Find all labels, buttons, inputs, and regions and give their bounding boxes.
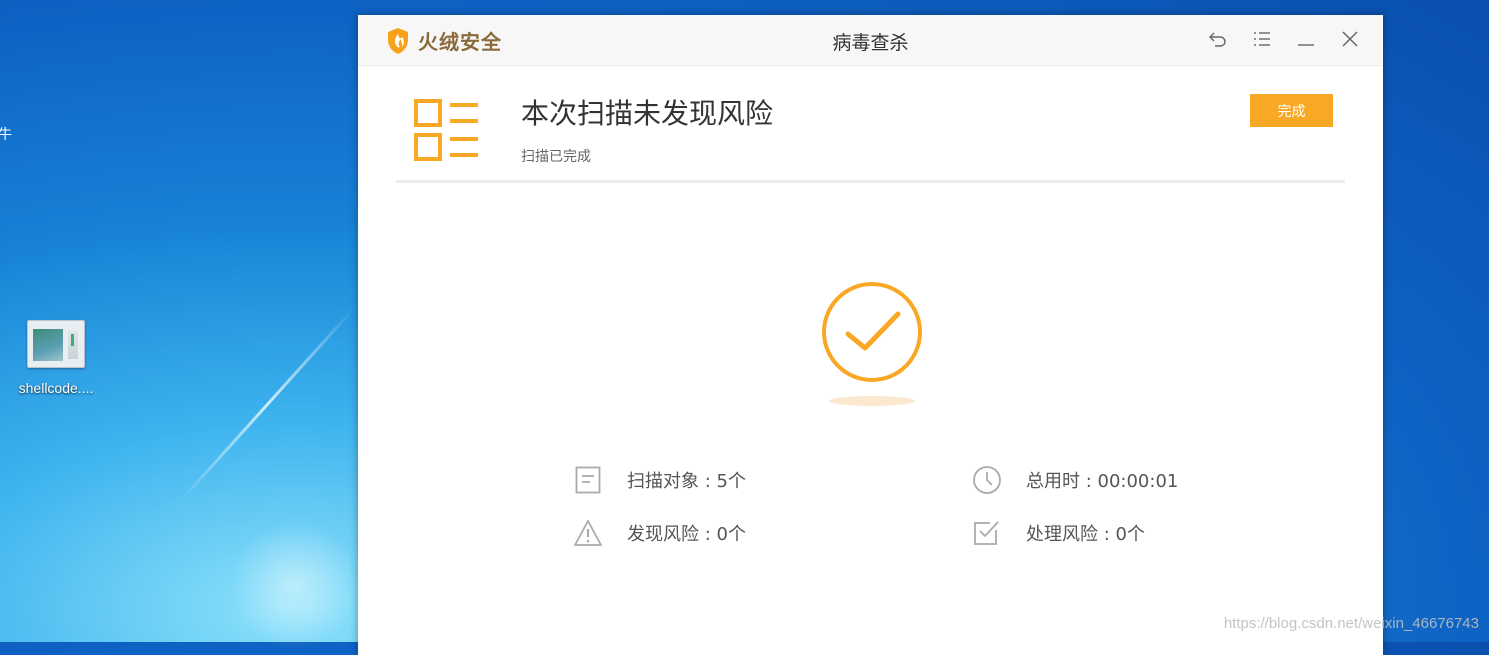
- result-headline: 本次扫描未发现风险: [521, 97, 774, 130]
- stat-total-time-label: 总用时 : 00:00:01: [1026, 471, 1179, 492]
- clock-icon: [973, 466, 1001, 494]
- file-thumbnail-icon: [27, 320, 85, 368]
- stat-scan-objects-label: 扫描对象 : 5个: [627, 471, 746, 492]
- stat-total-time: 总用时 : 00:00:01: [972, 465, 1178, 495]
- wallpaper-glow: [230, 520, 360, 650]
- checkbox-icon: [974, 521, 999, 545]
- undo-arrow-icon: [1209, 32, 1226, 47]
- wallpaper-light-streak: [178, 307, 356, 503]
- menu-list-icon: [1254, 32, 1270, 46]
- scan-status: 扫描已完成: [521, 149, 591, 165]
- desktop-icon-label: shellcode....: [18, 380, 94, 396]
- result-header: 本次扫描未发现风险 扫描已完成 完成: [358, 66, 1383, 184]
- done-button[interactable]: 完成: [1250, 94, 1333, 127]
- stat-risks-found: 发现风险 : 0个: [573, 518, 746, 548]
- back-button[interactable]: [1207, 28, 1229, 50]
- desktop-icon-shellcode[interactable]: shellcode....: [10, 320, 102, 396]
- stat-scan-objects: 扫描对象 : 5个: [573, 465, 746, 495]
- title-bar: 火绒安全 病毒查杀: [358, 15, 1383, 66]
- document-icon: [575, 466, 601, 494]
- warning-icon: [574, 520, 602, 546]
- watermark: https://blog.csdn.net/weixin_46676743: [1223, 615, 1479, 632]
- close-button[interactable]: [1339, 28, 1361, 50]
- minimize-button[interactable]: [1295, 28, 1317, 50]
- header-divider: [396, 180, 1345, 183]
- huorong-window: 火绒安全 病毒查杀 本次扫描未发现风险 扫描已完成 完成 扫描对象: 5个 总…: [358, 15, 1383, 655]
- menu-button[interactable]: [1251, 28, 1273, 50]
- stat-risks-handled-label: 处理风险 : 0个: [1026, 524, 1145, 545]
- scan-list-icon: [414, 99, 478, 161]
- desktop-cutoff-label: 牛: [0, 127, 12, 143]
- close-icon: [1342, 31, 1358, 47]
- success-check-icon: [822, 282, 922, 406]
- minimize-icon: [1298, 44, 1314, 46]
- stat-risks-found-label: 发现风险 : 0个: [627, 524, 746, 545]
- stat-risks-handled: 处理风险 : 0个: [972, 518, 1145, 548]
